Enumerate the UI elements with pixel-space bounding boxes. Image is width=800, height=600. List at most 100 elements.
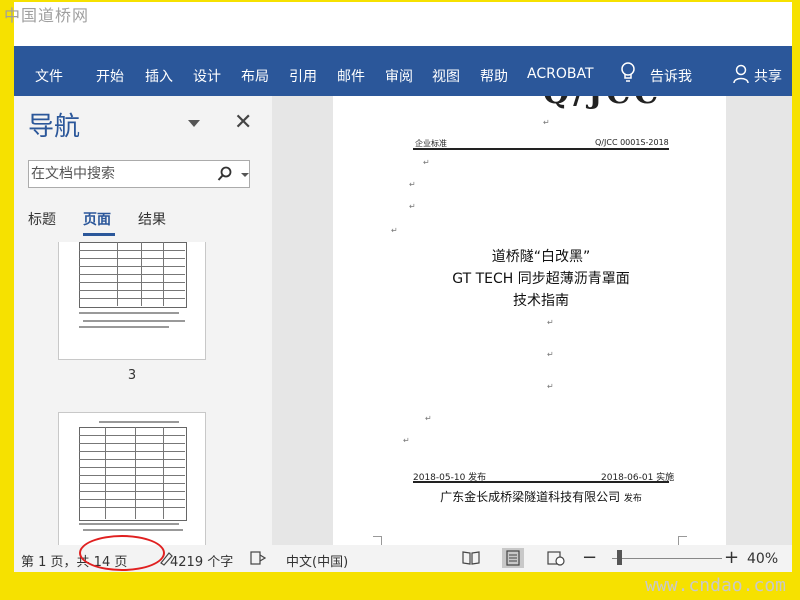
- tab-home[interactable]: 开始: [96, 66, 124, 86]
- page-thumbnail-4[interactable]: [58, 412, 206, 545]
- paragraph-mark: ↵: [409, 202, 416, 211]
- thumb-rule: [163, 427, 164, 519]
- thumb-rule: [79, 290, 185, 291]
- nav-tab-results[interactable]: 结果: [138, 209, 166, 229]
- lightbulb-icon[interactable]: [620, 62, 636, 84]
- tab-acrobat[interactable]: ACROBAT: [527, 66, 594, 82]
- tab-insert[interactable]: 插入: [145, 66, 173, 86]
- active-tab-indicator: [83, 233, 115, 236]
- thumb-rule: [79, 507, 185, 508]
- thumb-rule: [79, 443, 185, 444]
- thumb-rule: [79, 282, 185, 283]
- tab-references[interactable]: 引用: [289, 66, 317, 86]
- zoom-slider-track[interactable]: [612, 558, 722, 559]
- thumb-rule: [79, 266, 185, 267]
- accessibility-icon[interactable]: [250, 550, 266, 566]
- page-thumbnail-3[interactable]: [58, 242, 206, 360]
- company-line: 广东金长成桥梁隧道科技有限公司 发布: [413, 488, 669, 505]
- watermark-bottom: www.cndao.com: [645, 575, 786, 596]
- thumb-rule: [79, 451, 185, 452]
- tab-view[interactable]: 视图: [432, 66, 460, 86]
- thumb-text: [99, 421, 179, 423]
- word-count[interactable]: 4219 个字: [170, 551, 233, 570]
- thumb-text: [79, 523, 179, 525]
- thumb-rule: [135, 427, 136, 519]
- top-border: [0, 0, 800, 46]
- nav-title: 导航: [28, 112, 81, 142]
- language[interactable]: 中文(中国): [286, 551, 348, 570]
- page-corner-marker: [373, 536, 382, 545]
- page-thumbnail-number: 3: [127, 368, 137, 383]
- thumb-rule: [79, 491, 185, 492]
- thumb-rule: [163, 242, 164, 306]
- tab-mailings[interactable]: 邮件: [337, 66, 365, 86]
- tell-me-button[interactable]: 告诉我: [650, 66, 692, 86]
- standard-code-title: Q/JCC: [543, 96, 662, 111]
- paragraph-mark: ↵: [425, 414, 432, 423]
- read-mode-icon[interactable]: [462, 550, 480, 566]
- navigation-pane: 导航 ✕ 标题 页面 结果 3: [14, 96, 272, 545]
- search-input[interactable]: [31, 163, 211, 185]
- paragraph-mark: ↵: [547, 382, 554, 391]
- thumb-rule: [141, 242, 142, 306]
- thumb-rule: [79, 467, 185, 468]
- frame-left: [0, 0, 14, 600]
- nav-tab-pages[interactable]: 页面: [83, 209, 111, 229]
- tab-review[interactable]: 审阅: [385, 66, 413, 86]
- document-title-line3: 技术指南: [513, 293, 569, 309]
- web-layout-icon[interactable]: [547, 550, 565, 566]
- print-layout-icon[interactable]: [502, 548, 524, 568]
- footer-rule: [413, 481, 669, 483]
- highlight-oval: [79, 535, 165, 571]
- tab-layout[interactable]: 布局: [241, 66, 269, 86]
- paragraph-mark: ↵: [403, 436, 410, 445]
- thumb-rule: [79, 274, 185, 275]
- zoom-out-button[interactable]: −: [582, 547, 597, 568]
- company-name: 广东金长成桥梁隧道科技有限公司: [440, 490, 621, 504]
- page-corner-marker: [678, 536, 687, 545]
- search-icon[interactable]: [217, 166, 233, 182]
- thumb-rule: [79, 250, 185, 251]
- document-title-line1: 道桥隧“白改黑”: [491, 249, 591, 265]
- document-area[interactable]: Q/JCC ↵ 企业标准 Q/JCC 0001S-2018 ↵ ↵ ↵ ↵ 道桥…: [272, 96, 792, 545]
- thumb-text: [83, 529, 183, 531]
- document-page[interactable]: Q/JCC ↵ 企业标准 Q/JCC 0001S-2018 ↵ ↵ ↵ ↵ 道桥…: [333, 96, 726, 545]
- tab-help[interactable]: 帮助: [480, 66, 508, 86]
- paragraph-mark: ↵: [543, 118, 550, 127]
- thumb-rule: [79, 258, 185, 259]
- person-icon[interactable]: [733, 64, 749, 84]
- zoom-slider-thumb[interactable]: [617, 550, 622, 565]
- watermark-top: 中国道桥网: [4, 6, 90, 25]
- company-suffix: 发布: [623, 494, 642, 504]
- thumb-rule: [105, 427, 106, 519]
- thumb-text: [79, 326, 169, 328]
- thumb-rule: [79, 475, 185, 476]
- thumb-rule: [79, 459, 185, 460]
- search-options-icon[interactable]: [241, 173, 249, 177]
- nav-tab-headings[interactable]: 标题: [28, 209, 56, 229]
- thumb-rule: [79, 499, 185, 500]
- paragraph-mark: ↵: [423, 158, 430, 167]
- paragraph-mark: ↵: [547, 350, 554, 359]
- header-right-text: Q/JCC 0001S-2018: [595, 138, 669, 147]
- thumb-text: [79, 312, 179, 314]
- search-box[interactable]: [28, 160, 250, 188]
- close-icon[interactable]: ✕: [234, 110, 252, 135]
- thumb-rule: [79, 483, 185, 484]
- thumb-rule: [79, 435, 185, 436]
- zoom-in-button[interactable]: +: [724, 547, 739, 568]
- ribbon-tabs: 文件 开始 插入 设计 布局 引用 邮件 审阅 视图 帮助 ACROBAT 告诉…: [14, 46, 792, 96]
- paragraph-mark: ↵: [547, 318, 554, 327]
- thumb-rule: [79, 298, 185, 299]
- tab-design[interactable]: 设计: [193, 66, 221, 86]
- paragraph-mark: ↵: [391, 226, 398, 235]
- paragraph-mark: ↵: [409, 180, 416, 189]
- document-title-line2: GT TECH 同步超薄沥青罩面: [452, 271, 630, 287]
- chevron-down-icon[interactable]: [188, 120, 200, 127]
- frame-top-line: [0, 0, 800, 2]
- tab-file[interactable]: 文件: [35, 66, 63, 86]
- frame-right: [792, 0, 800, 600]
- thumb-text: [83, 320, 185, 322]
- share-button[interactable]: 共享: [754, 66, 782, 86]
- zoom-level[interactable]: 40%: [747, 551, 778, 567]
